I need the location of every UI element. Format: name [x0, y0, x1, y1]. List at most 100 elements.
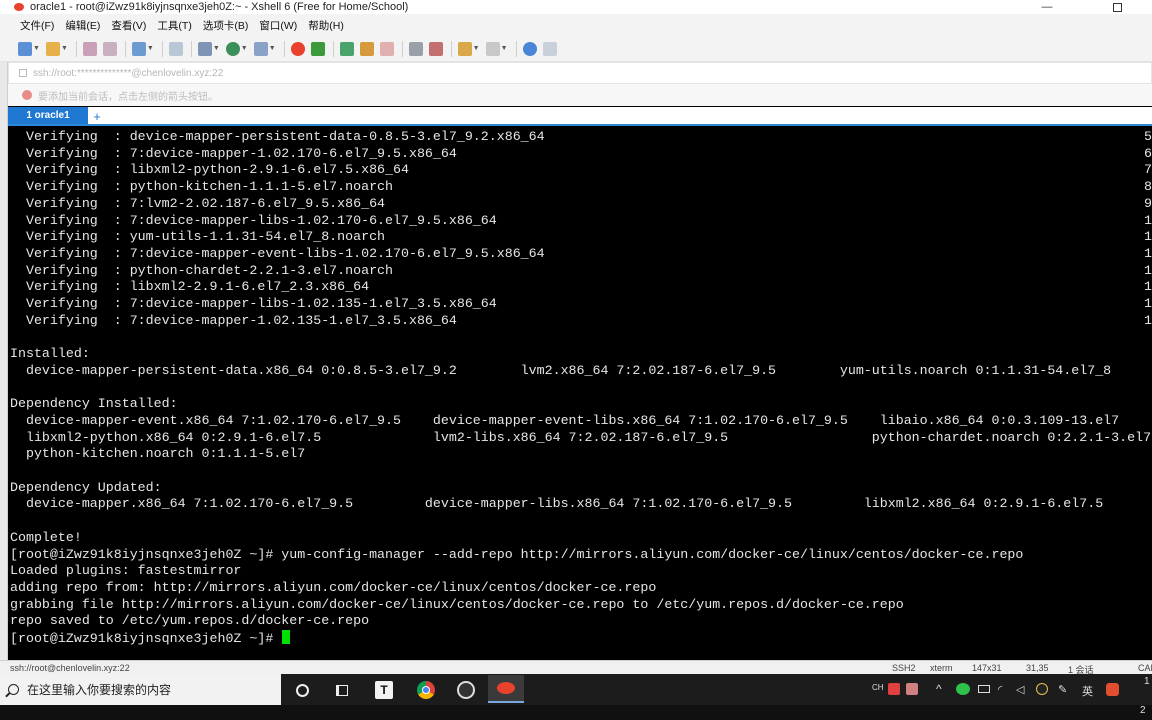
- keyboard-icon[interactable]: [408, 41, 423, 56]
- open-folder-icon[interactable]: [45, 41, 60, 56]
- terminal-line: Complete!: [10, 529, 82, 545]
- terminal-line: Dependency Installed:: [10, 396, 178, 412]
- clock[interactable]: 1: [1144, 676, 1150, 687]
- properties-icon[interactable]: [197, 41, 212, 56]
- terminal-line: Verifying : 7:device-mapper-1.02.170-6.e…: [10, 145, 457, 161]
- chevron-down-icon[interactable]: ▼: [501, 45, 508, 52]
- address-bar[interactable]: ssh://root:**************@chenlovelin.xy…: [8, 62, 1152, 84]
- sogou-tray-icon[interactable]: [1106, 683, 1119, 696]
- volume-icon[interactable]: ◁: [1016, 683, 1024, 696]
- obs-icon[interactable]: [448, 678, 484, 702]
- find-icon[interactable]: [168, 41, 183, 56]
- background-window-edge: [0, 14, 8, 660]
- toolbar-divider: [124, 40, 126, 57]
- toolbar: ▼ ▼ ▼ ▼ ▼ ▼ ▼ ▼: [0, 36, 1152, 62]
- terminal-line: adding repo from: http://mirrors.aliyun.…: [10, 579, 657, 595]
- terminal-line: Verifying : libxml2-python-2.9.1-6.el7.5…: [10, 162, 409, 178]
- address-field[interactable]: ssh://root:**************@chenlovelin.xy…: [33, 68, 223, 79]
- terminal-line: Verifying : 7:device-mapper-event-libs-1…: [10, 245, 545, 261]
- taskbar-search[interactable]: 在这里输入你要搜索的内容: [0, 674, 281, 705]
- terminal-line: Verifying : device-mapper-persistent-dat…: [10, 129, 545, 144]
- disconnect-icon[interactable]: [102, 41, 117, 56]
- ime-icon[interactable]: CH: [872, 683, 884, 692]
- menu-edit[interactable]: 编辑(E): [65, 18, 100, 33]
- lock-icon[interactable]: [379, 41, 394, 56]
- script-icon[interactable]: [457, 41, 472, 56]
- tab-oracle1[interactable]: 1 oracle1: [8, 107, 88, 124]
- qq-icon[interactable]: [1036, 683, 1048, 695]
- menu-view[interactable]: 查看(V): [111, 18, 146, 33]
- terminal-line: Verifying : 7:device-mapper-1.02.135-1.e…: [10, 312, 457, 328]
- connect-icon[interactable]: [82, 41, 97, 56]
- chrome-icon[interactable]: [408, 678, 444, 702]
- terminal[interactable]: Verifying : device-mapper-persistent-dat…: [8, 127, 1152, 660]
- chevron-down-icon[interactable]: ▼: [473, 45, 480, 52]
- layout-icon[interactable]: [485, 41, 500, 56]
- cortana-icon[interactable]: [284, 678, 320, 702]
- terminal-line: Verifying : 7:device-mapper-libs-1.02.17…: [10, 212, 497, 228]
- terminal-line: repo saved to /etc/yum.repos.d/docker-ce…: [10, 613, 370, 629]
- battery-icon[interactable]: [978, 685, 990, 693]
- search-icon: [8, 684, 19, 695]
- maximize-button[interactable]: [1094, 0, 1140, 14]
- xshell-icon[interactable]: [290, 41, 305, 56]
- new-session-icon[interactable]: [18, 41, 32, 56]
- task-view-icon[interactable]: [324, 678, 360, 702]
- pen-icon[interactable]: ✎: [1058, 683, 1067, 696]
- menu-bar: 文件(F) 编辑(E) 查看(V) 工具(T) 选项卡(B) 窗口(W) 帮助(…: [0, 14, 1152, 36]
- wechat-icon[interactable]: [956, 683, 970, 695]
- windows-taskbar: 在这里输入你要搜索的内容 T CH ^ ◜ ◁ ✎ 英 1 2: [0, 674, 1152, 720]
- close-button[interactable]: ×: [1138, 0, 1152, 14]
- minimize-button[interactable]: —: [1024, 0, 1070, 14]
- clock-date[interactable]: 2: [1140, 705, 1146, 716]
- terminal-cursor: [282, 630, 291, 645]
- terminal-line: python-kitchen.noarch 0:1.1.1-5.el7: [10, 446, 306, 462]
- fullscreen-icon[interactable]: [339, 41, 354, 56]
- compose-icon[interactable]: [428, 41, 443, 56]
- chat-icon[interactable]: [542, 41, 557, 56]
- menu-help[interactable]: 帮助(H): [308, 18, 344, 33]
- xftp-icon[interactable]: [310, 41, 325, 56]
- chevron-up-icon[interactable]: ^: [936, 682, 942, 696]
- terminal-line: [root@iZwz91k8iyjnsqnxe3jeh0Z ~]#: [10, 631, 282, 647]
- reconnect-icon[interactable]: [131, 41, 146, 56]
- menu-tools[interactable]: 工具(T): [157, 18, 191, 33]
- terminal-overflow-text: 9: [1144, 195, 1152, 211]
- toolbar-divider: [190, 40, 192, 57]
- terminal-overflow-text: 16: [1144, 312, 1152, 328]
- chevron-down-icon[interactable]: ▼: [147, 45, 154, 52]
- chevron-down-icon[interactable]: ▼: [241, 45, 248, 52]
- xshell-app-icon: [14, 2, 26, 12]
- add-tab-button[interactable]: +: [90, 109, 104, 124]
- add-session-icon[interactable]: [22, 90, 32, 100]
- maximize-icon: [1112, 2, 1122, 12]
- chevron-down-icon[interactable]: ▼: [61, 45, 68, 52]
- typora-icon[interactable]: T: [366, 678, 402, 702]
- chevron-down-icon[interactable]: ▼: [33, 45, 40, 52]
- chevron-down-icon[interactable]: ▼: [269, 45, 276, 52]
- menu-window[interactable]: 窗口(W): [259, 18, 297, 33]
- help-icon[interactable]: [522, 41, 537, 56]
- toolbar-divider: [401, 40, 403, 57]
- sogou-icon[interactable]: [906, 683, 918, 695]
- hint-bar: 要添加当前会话，点击左侧的箭头按钮。: [8, 84, 1152, 106]
- lock-icon[interactable]: [359, 41, 374, 56]
- chevron-down-icon[interactable]: ▼: [213, 45, 220, 52]
- wps-icon[interactable]: [888, 683, 900, 695]
- globe-icon[interactable]: [225, 41, 240, 56]
- search-input[interactable]: 在这里输入你要搜索的内容: [27, 681, 171, 698]
- terminal-line: Loaded plugins: fastestmirror: [10, 563, 242, 579]
- status-protocol: SSH2: [892, 663, 916, 673]
- terminal-line: device-mapper-persistent-data.x86_64 0:0…: [10, 362, 1112, 378]
- toolbar-divider: [75, 40, 77, 57]
- ime-label-icon[interactable]: 英: [1082, 683, 1093, 699]
- menu-tab[interactable]: 选项卡(B): [203, 18, 249, 33]
- xshell-taskbar-icon[interactable]: [488, 675, 524, 703]
- status-position: 31,35: [1026, 663, 1049, 673]
- terminal-line: Verifying : yum-utils-1.1.31-54.el7_8.no…: [10, 229, 386, 245]
- font-icon[interactable]: [253, 41, 268, 56]
- wifi-icon[interactable]: ◜: [998, 683, 1002, 696]
- menu-file[interactable]: 文件(F): [20, 18, 54, 33]
- terminal-overflow-text: 5: [1144, 129, 1152, 144]
- terminal-overflow-text: 10: [1144, 212, 1152, 228]
